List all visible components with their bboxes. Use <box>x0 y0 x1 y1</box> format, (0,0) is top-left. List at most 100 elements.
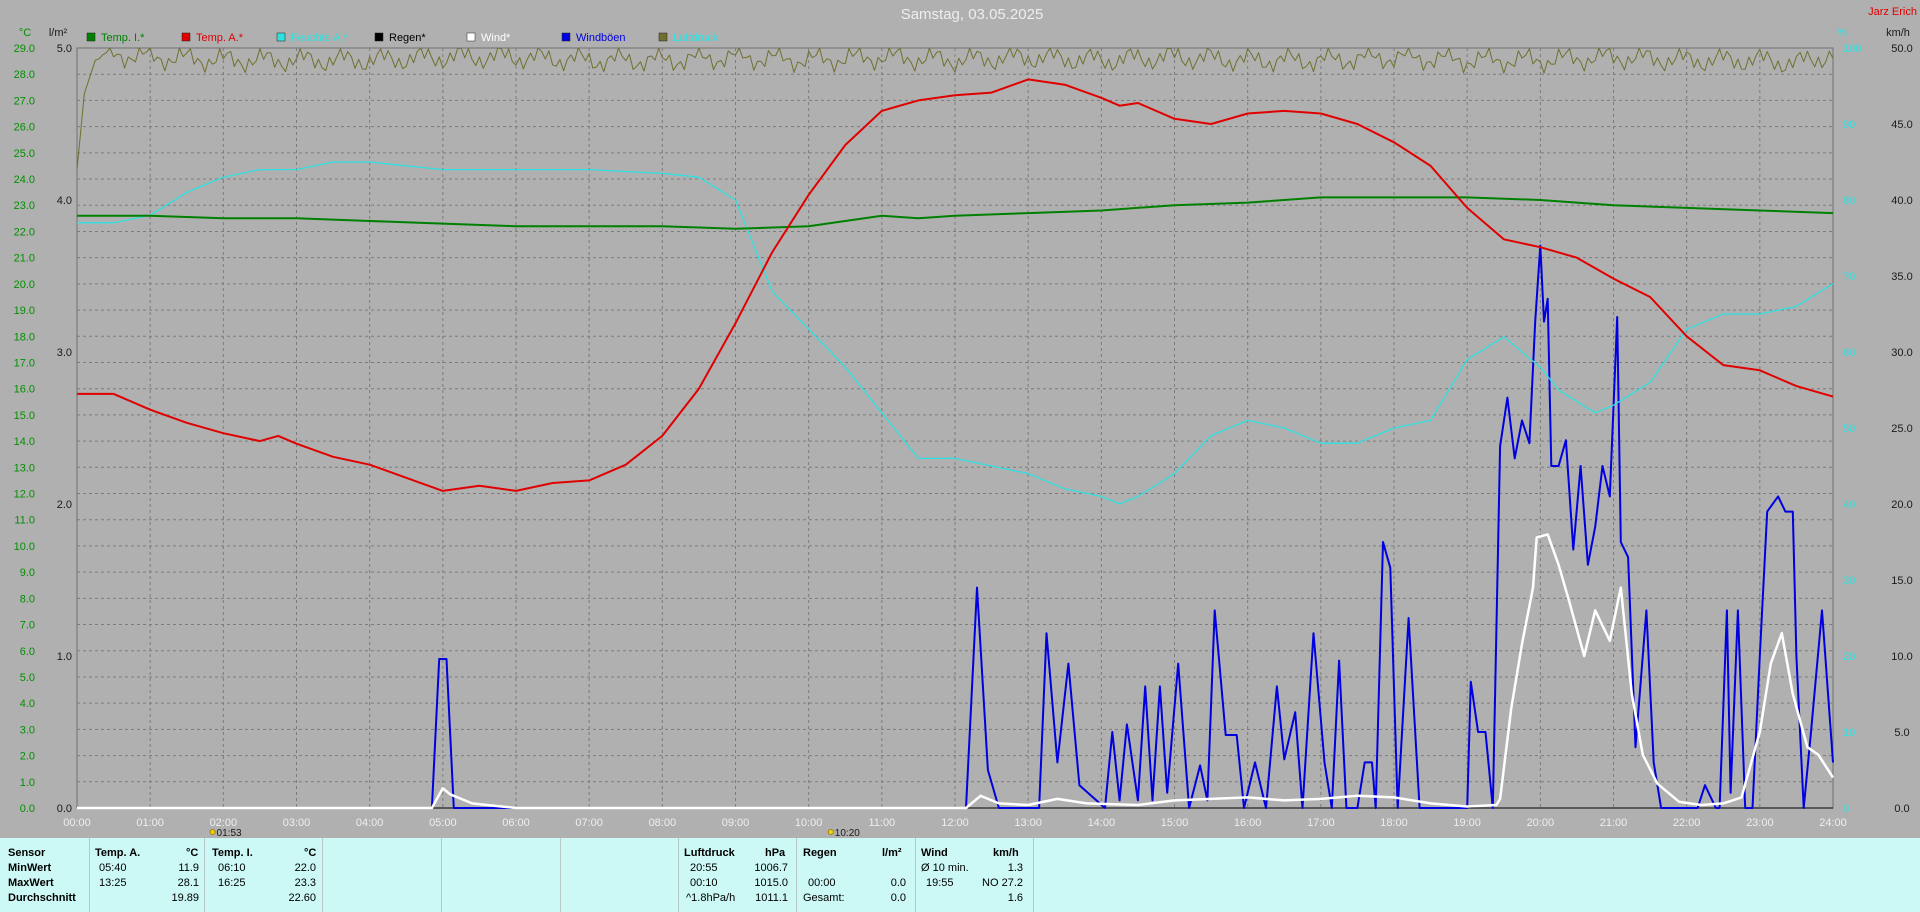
temp-axis-tick: 11.0 <box>14 515 35 527</box>
legend-label: Wind* <box>481 32 511 44</box>
rain-axis-tick: 5.0 <box>57 43 72 55</box>
humidity-axis-tick: 0 <box>1843 803 1849 815</box>
time-axis-tick: 00:00 <box>63 817 91 829</box>
legend-swatch <box>658 32 668 42</box>
temp-axis-tick: 9.0 <box>20 567 35 579</box>
time-axis-tick: 16:00 <box>1234 817 1262 829</box>
time-axis-tick: 12:00 <box>941 817 969 829</box>
sun-icon <box>209 829 216 835</box>
sun-marker-label: 01:53 <box>217 828 242 838</box>
wind-max-time: 19:55 <box>926 877 954 889</box>
legend-swatch <box>181 32 191 42</box>
temp-a-max-time: 13:25 <box>99 877 127 889</box>
humidity-unit-label: % <box>1837 27 1847 39</box>
temp-i-avg-value: 22.60 <box>288 892 316 904</box>
pressure-max-time: 00:10 <box>690 877 718 889</box>
rain-axis-tick: 0.0 <box>57 803 72 815</box>
time-axis-tick: 17:00 <box>1307 817 1335 829</box>
temp-axis-tick: 20.0 <box>14 279 35 291</box>
legend-label: Regen* <box>389 32 426 44</box>
pressure-header: Luftdruck <box>684 847 735 859</box>
temp-axis-tick: 19.0 <box>14 305 35 317</box>
legend-label: Temp. A.* <box>196 32 244 44</box>
rain-axis-tick: 1.0 <box>57 651 72 663</box>
time-axis-tick: 20:00 <box>1527 817 1555 829</box>
time-axis-tick: 03:00 <box>283 817 311 829</box>
temp-a-min-time: 05:40 <box>99 862 127 874</box>
rain-total-label: Gesamt: <box>803 892 845 904</box>
legend-label: Feuchte A.* <box>291 32 349 44</box>
wind-unit: km/h <box>993 847 1019 859</box>
wind-axis-tick: 45.0 <box>1891 119 1912 131</box>
pressure-max-value: 1015.0 <box>754 877 788 889</box>
temp-axis-tick: 18.0 <box>14 331 35 343</box>
legend-swatch <box>561 32 571 42</box>
rain-total-value: 0.0 <box>890 892 906 904</box>
humidity-axis-tick: 100 <box>1843 43 1861 55</box>
temp-i-max-time: 16:25 <box>218 877 246 889</box>
wind-axis-tick: 20.0 <box>1891 499 1912 511</box>
temp-axis-tick: 4.0 <box>20 698 35 710</box>
wind-avg10-label: Ø 10 min. <box>921 862 969 874</box>
temp-axis-tick: 28.0 <box>14 69 35 81</box>
temp-axis-tick: 6.0 <box>20 646 35 658</box>
wind-max-value: NO 27.2 <box>982 877 1023 889</box>
temp-axis-tick: 2.0 <box>20 751 35 763</box>
temp-axis-tick: 12.0 <box>14 489 35 501</box>
temp-i-unit: °C <box>304 847 317 859</box>
temp-i-min-value: 22.0 <box>294 862 316 874</box>
temp-axis-tick: 5.0 <box>20 672 35 684</box>
humidity-axis-tick: 10 <box>1843 727 1855 739</box>
wind-axis-tick: 50.0 <box>1891 43 1912 55</box>
humidity-axis-tick: 50 <box>1843 423 1855 435</box>
pressure-trend: ^1.8hPa/h <box>686 892 736 904</box>
time-axis-tick: 10:00 <box>795 817 823 829</box>
rain-axis-tick: 4.0 <box>57 195 72 207</box>
wind-axis-tick: 0.0 <box>1894 803 1909 815</box>
wind-axis-tick: 30.0 <box>1891 347 1912 359</box>
rain-axis-tick: 3.0 <box>57 347 72 359</box>
temp-a-min-value: 11.9 <box>178 862 199 874</box>
pressure-unit: hPa <box>765 847 786 859</box>
time-axis-tick: 05:00 <box>429 817 457 829</box>
time-axis-tick: 11:00 <box>868 817 895 829</box>
wind-axis-tick: 15.0 <box>1891 575 1912 587</box>
weather-chart: Samstag, 03.05.2025 Jarz Erich °C l/m² %… <box>0 0 1920 838</box>
humidity-axis-tick: 90 <box>1843 119 1855 131</box>
temp-a-header: Temp. A. <box>95 847 141 859</box>
wind-axis-tick: 10.0 <box>1891 651 1912 663</box>
rain-header: Regen <box>803 847 837 859</box>
wind-avg10-value: 1.3 <box>1007 862 1023 874</box>
temp-axis-tick: 14.0 <box>14 436 35 448</box>
time-axis-tick: 18:00 <box>1380 817 1408 829</box>
temp-a-max-value: 28.1 <box>177 877 199 889</box>
temp-axis-tick: 26.0 <box>14 122 35 134</box>
temp-a-unit: °C <box>186 847 199 859</box>
wind-axis-tick: 35.0 <box>1891 271 1912 283</box>
time-axis-tick: 04:00 <box>356 817 384 829</box>
station-name: Jarz Erich <box>1868 6 1917 18</box>
temp-a-avg-value: 19.89 <box>171 892 199 904</box>
time-axis-tick: 09:00 <box>722 817 750 829</box>
wind-axis-tick: 40.0 <box>1891 195 1912 207</box>
wind-header: Wind <box>921 847 948 859</box>
time-axis-tick: 24:00 <box>1819 817 1847 829</box>
time-axis-tick: 01:00 <box>136 817 164 829</box>
time-axis-tick: 08:00 <box>649 817 677 829</box>
time-axis-tick: 07:00 <box>575 817 603 829</box>
temp-axis-tick: 22.0 <box>14 226 35 238</box>
time-axis-tick: 22:00 <box>1673 817 1701 829</box>
temp-axis-tick: 15.0 <box>14 410 35 422</box>
pressure-min-value: 1006.7 <box>754 862 788 874</box>
legend-label: Luftdruck <box>673 32 719 44</box>
sensor-header: Sensor <box>8 847 46 859</box>
temp-axis-tick: 25.0 <box>14 148 35 160</box>
time-axis-tick: 14:00 <box>1088 817 1116 829</box>
humidity-axis-tick: 70 <box>1843 271 1855 283</box>
temp-axis-tick: 7.0 <box>20 620 35 632</box>
humidity-axis-tick: 30 <box>1843 575 1855 587</box>
humidity-axis-tick: 40 <box>1843 499 1855 511</box>
humidity-axis-tick: 20 <box>1843 651 1855 663</box>
legend-swatch <box>466 32 476 42</box>
temp-i-min-time: 06:10 <box>218 862 246 874</box>
